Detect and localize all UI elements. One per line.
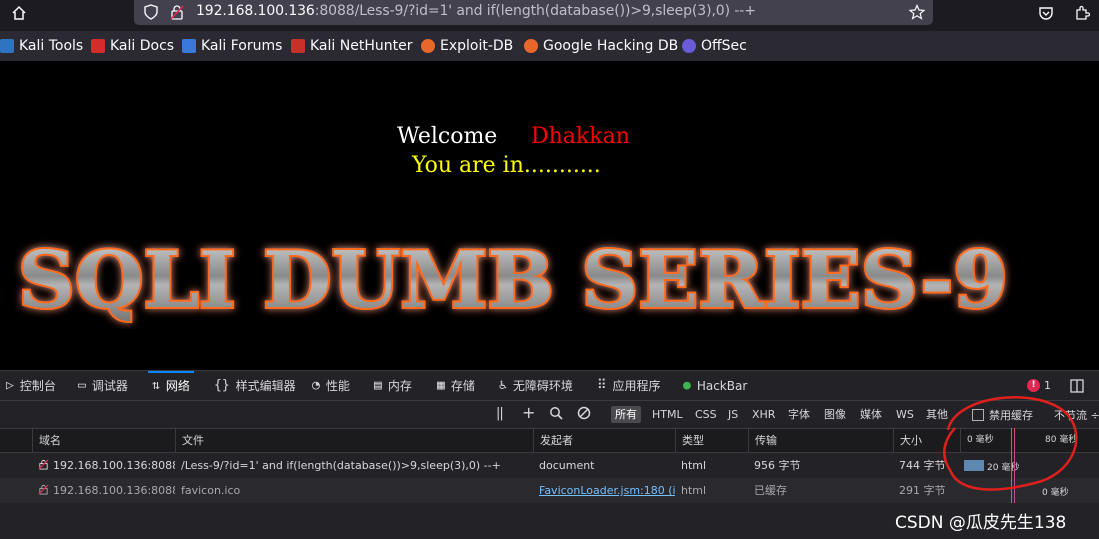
annotation-circle	[943, 396, 1078, 491]
csdn-watermark: CSDN @瓜皮先生138	[895, 513, 1067, 533]
